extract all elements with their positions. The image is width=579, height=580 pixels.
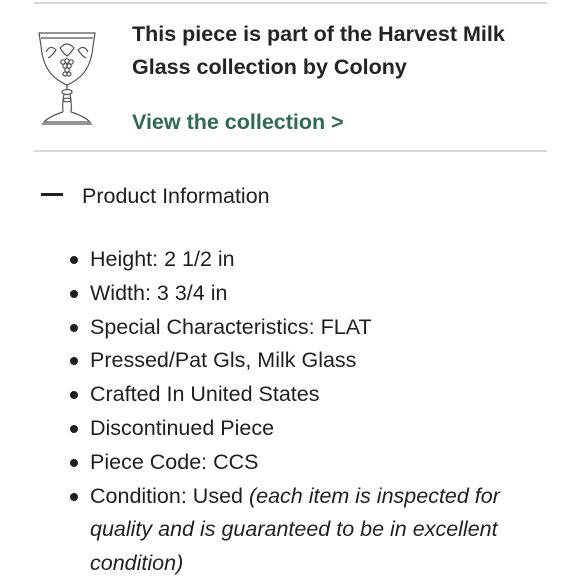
bullet-icon xyxy=(70,357,78,366)
minus-icon[interactable] xyxy=(41,193,63,196)
detail-text: Discontinued Piece xyxy=(90,415,275,440)
product-information-toggle[interactable]: Product Information xyxy=(34,178,547,214)
product-detail-panel: This piece is part of the Harvest Milk G… xyxy=(0,0,579,580)
list-item: Width: 3 3/4 in xyxy=(70,277,540,311)
section-title: Product Information xyxy=(82,184,270,208)
collection-description: This piece is part of the Harvest Milk G… xyxy=(132,22,505,79)
product-details-list: Height: 2 1/2 in Width: 3 3/4 in Special… xyxy=(70,243,540,580)
detail-text: Height: 2 1/2 in xyxy=(90,247,235,271)
view-collection-link[interactable]: View the collection > xyxy=(132,106,344,139)
list-item: Special Characteristics: FLAT xyxy=(70,311,540,345)
bullet-icon xyxy=(70,458,78,467)
detail-text: Width: 3 3/4 in xyxy=(90,280,228,305)
detail-text: Crafted In United States xyxy=(90,382,320,407)
bullet-icon xyxy=(70,289,78,298)
goblet-icon xyxy=(38,32,96,125)
list-item: Crafted In United States xyxy=(70,378,540,412)
list-item: Discontinued Piece xyxy=(70,412,540,446)
bullet-icon xyxy=(70,323,78,332)
condition-label: Condition: Used xyxy=(90,483,249,508)
section-divider xyxy=(34,150,547,152)
bullet-icon xyxy=(70,391,78,400)
list-item: Piece Code: CCS xyxy=(70,446,540,480)
bullet-icon xyxy=(70,424,78,433)
detail-text: Piece Code: CCS xyxy=(90,449,259,474)
detail-text: Special Characteristics: FLAT xyxy=(90,314,372,339)
condition-item: Condition: Used (each item is inspected … xyxy=(70,480,540,580)
detail-text: Pressed/Pat Gls, Milk Glass xyxy=(90,348,357,373)
list-item: Pressed/Pat Gls, Milk Glass xyxy=(70,344,540,378)
bullet-icon xyxy=(70,256,78,264)
collection-card: This piece is part of the Harvest Milk G… xyxy=(34,4,547,150)
bullet-icon xyxy=(70,492,78,501)
list-item: Height: 2 1/2 in xyxy=(70,243,540,277)
